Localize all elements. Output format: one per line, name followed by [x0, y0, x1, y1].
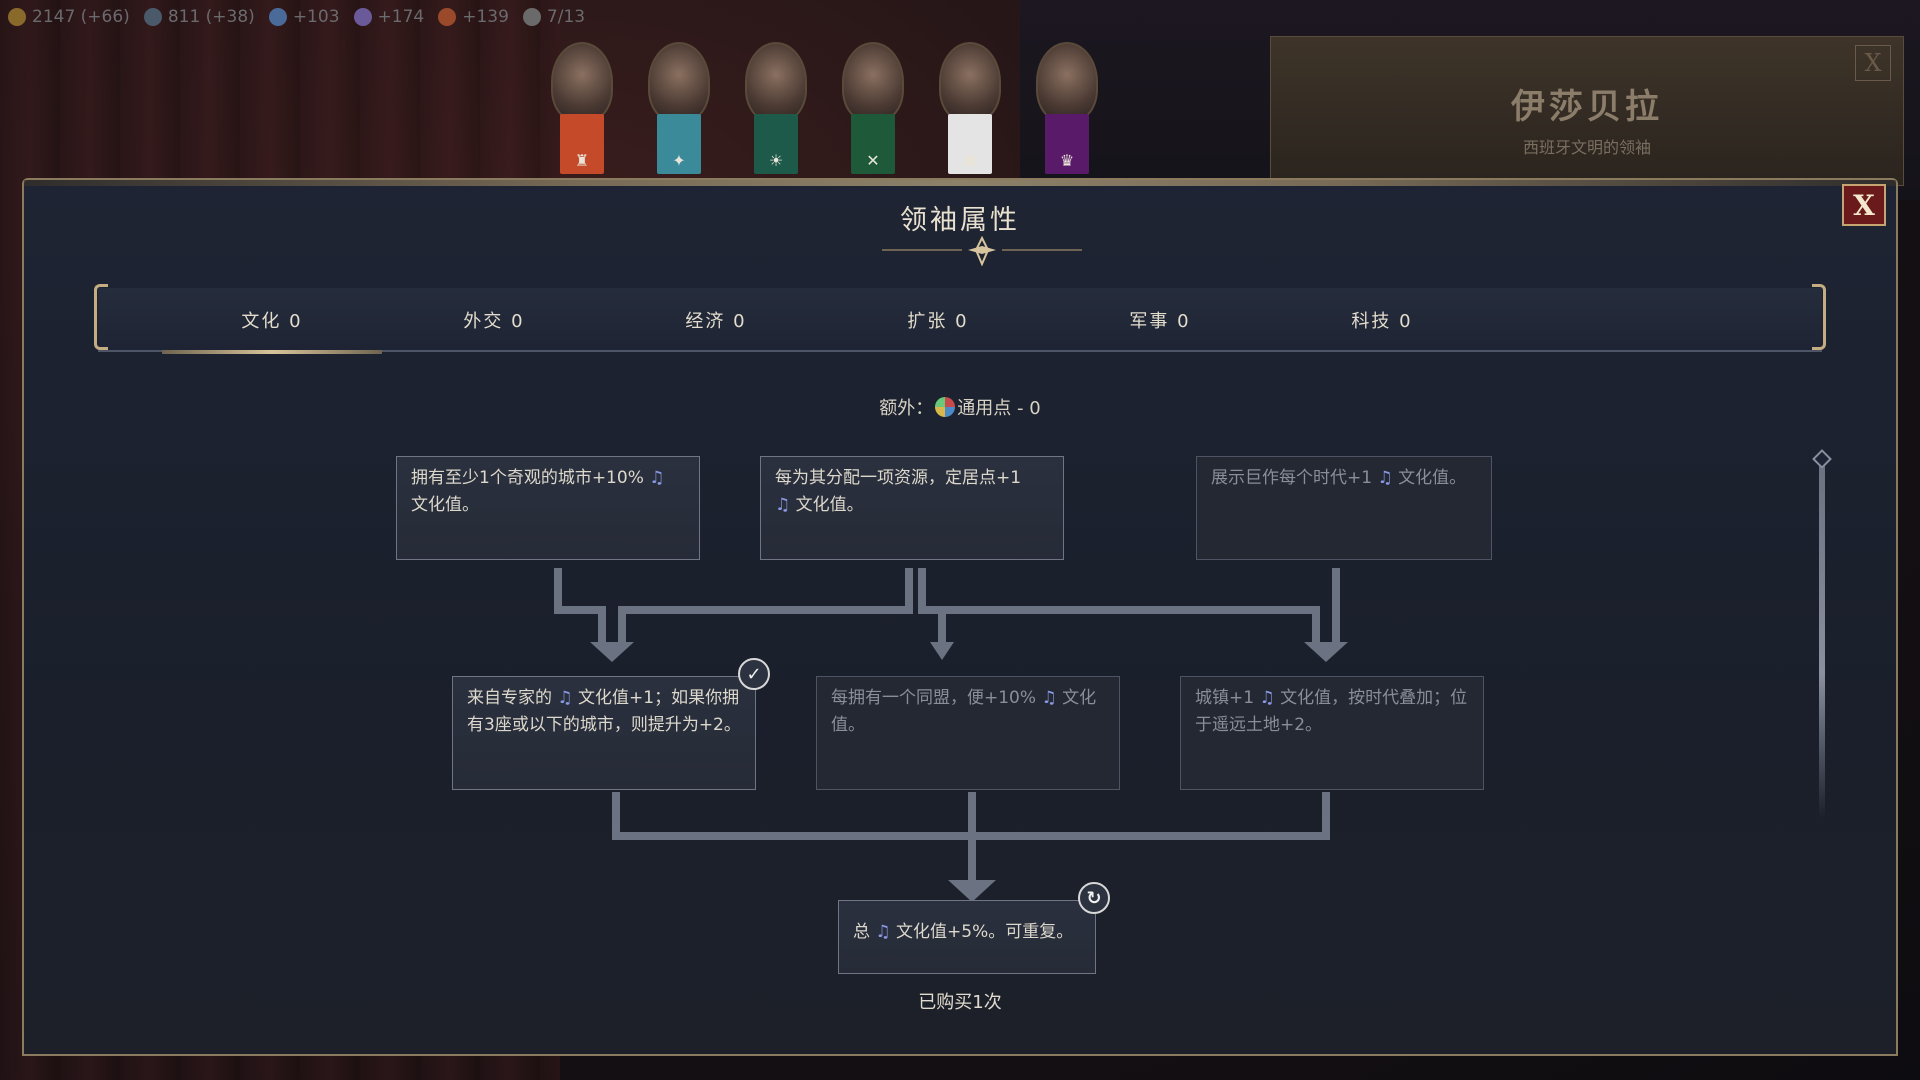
- scrollbar[interactable]: [1819, 458, 1825, 818]
- node-text: 每拥有一个同盟，便+10%: [831, 688, 1042, 708]
- talent-node-alliance-culture[interactable]: 每拥有一个同盟，便+10% ♫ 文化值。: [816, 676, 1120, 790]
- resource-value: +103: [292, 7, 340, 27]
- resource-value: +174: [377, 7, 425, 27]
- leader-banner-icon: ☗: [948, 114, 992, 174]
- node-text: 文化值。: [1392, 468, 1467, 488]
- resource-item: 811 (+38): [143, 7, 255, 27]
- faith-icon: [438, 8, 457, 26]
- leader-portrait-1[interactable]: ♜: [548, 42, 616, 176]
- talent-node-resource-culture[interactable]: 每为其分配一项资源，定居点+1 ♫ 文化值。: [760, 456, 1064, 560]
- leader-portrait-3[interactable]: ☀: [742, 42, 810, 176]
- leader-face: [745, 42, 807, 122]
- resource-value: 811 (+38): [167, 7, 255, 27]
- node-text: 来自专家的: [467, 688, 558, 708]
- node-text: 城镇+1: [1195, 688, 1260, 708]
- leader-info-card: 伊莎贝拉 西班牙文明的领袖 X: [1270, 36, 1904, 186]
- resource-bar: 2147 (+66) 811 (+38) +103 +174 +139 7/13: [8, 4, 585, 30]
- science-icon: [268, 8, 287, 26]
- culture-icon: ♫: [1259, 688, 1275, 708]
- culture-icon: [353, 8, 372, 26]
- leader-face: [842, 42, 904, 122]
- leader-banner-icon: ✕: [851, 114, 895, 174]
- talent-node-masterwork-culture[interactable]: 展示巨作每个时代+1 ♫ 文化值。: [1196, 456, 1492, 560]
- globe-icon: [143, 8, 162, 26]
- talent-node-wonder-culture[interactable]: 拥有至少1个奇观的城市+10% ♫ 文化值。: [396, 456, 700, 560]
- culture-icon: ♫: [875, 922, 891, 942]
- leader-card-close-button[interactable]: X: [1855, 45, 1891, 81]
- talent-node-specialist-culture[interactable]: 来自专家的 ♫ 文化值+1；如果你拥有3座或以下的城市，则提升为+2。: [452, 676, 756, 790]
- purchased-check-icon: ✓: [738, 658, 770, 690]
- node-text: 文化值。: [411, 495, 479, 515]
- resource-value: 2147 (+66): [32, 7, 130, 27]
- leader-banner-icon: ♜: [560, 114, 604, 174]
- resource-item: 2147 (+66): [8, 7, 130, 27]
- repeatable-refresh-icon: ↻: [1078, 882, 1110, 914]
- culture-icon: ♫: [775, 495, 791, 515]
- talent-node-town-culture[interactable]: 城镇+1 ♫ 文化值，按时代叠加；位于遥远土地+2。: [1180, 676, 1484, 790]
- node-text: 总: [853, 922, 876, 942]
- leader-portrait-6[interactable]: ♛: [1033, 42, 1101, 176]
- leader-face: [551, 42, 613, 122]
- leader-portrait-5[interactable]: ☗: [936, 42, 1004, 176]
- node-text: 文化值+5%。可重复。: [890, 922, 1074, 942]
- culture-icon: ♫: [1377, 468, 1393, 488]
- purchase-count: 已购买1次: [918, 992, 1002, 1013]
- leader-portrait-2[interactable]: ✦: [645, 42, 713, 176]
- culture-icon: ♫: [649, 468, 665, 488]
- leader-name: 伊莎贝拉: [1511, 87, 1663, 127]
- leader-subtitle: 西班牙文明的领袖: [1522, 138, 1651, 157]
- leader-face: [1036, 42, 1098, 122]
- leader-banner-icon: ✦: [657, 114, 701, 174]
- node-text: 文化值。: [790, 495, 864, 515]
- leader-face: [939, 42, 1001, 122]
- leader-portrait-4[interactable]: ✕: [839, 42, 907, 176]
- culture-icon: ♫: [557, 688, 573, 708]
- resource-item: +103: [268, 7, 340, 27]
- leader-face: [648, 42, 710, 122]
- resource-value: 7/13: [546, 7, 586, 27]
- leader-portraits: ♜ ✦ ☀ ✕ ☗ ♛: [548, 42, 1101, 176]
- gold-icon: [8, 8, 26, 26]
- resource-item: 7/13: [522, 7, 586, 27]
- node-text: 每为其分配一项资源，定居点+1: [775, 468, 1022, 488]
- resource-item: +139: [438, 7, 509, 27]
- culture-icon: ♫: [1041, 688, 1057, 708]
- city-icon: [522, 8, 541, 26]
- resource-item: +174: [353, 7, 425, 27]
- node-text: 展示巨作每个时代+1: [1211, 468, 1378, 488]
- leader-banner-icon: ☀: [754, 114, 798, 174]
- talent-node-total-culture[interactable]: 总 ♫ 文化值+5%。可重复。: [838, 900, 1096, 974]
- resource-value: +139: [462, 7, 509, 27]
- leader-attributes-panel: 领袖属性 X 文化 0 外交 0 经济 0 扩张 0 军事 0 科技 0 额外： 通用点 -…: [22, 178, 1898, 1056]
- leader-banner-icon: ♛: [1045, 114, 1089, 174]
- node-text: 拥有至少1个奇观的城市+10%: [411, 468, 650, 488]
